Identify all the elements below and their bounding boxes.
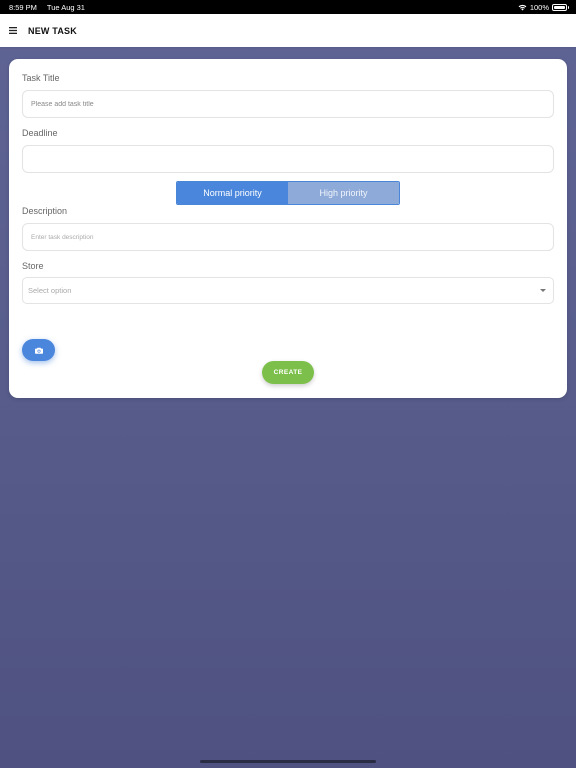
status-left: 8:59 PM Tue Aug 31 [9, 3, 93, 12]
high-priority-button[interactable]: High priority [288, 182, 399, 204]
camera-icon [34, 347, 43, 354]
status-time: 8:59 PM [9, 2, 37, 12]
store-select[interactable]: Select option [22, 277, 554, 304]
description-input[interactable] [22, 223, 554, 251]
deadline-field[interactable] [22, 145, 554, 173]
task-title-label: Task Title [22, 73, 60, 83]
status-bar: 8:59 PM Tue Aug 31 100% [0, 0, 576, 14]
camera-button[interactable] [22, 339, 55, 361]
store-label: Store [22, 261, 44, 271]
page-title: NEW TASK [28, 25, 77, 36]
battery-icon [552, 3, 569, 11]
store-select-placeholder: Select option [28, 286, 72, 295]
status-right: 100% [518, 2, 569, 12]
task-title-input[interactable] [22, 90, 554, 118]
create-button[interactable]: CREATE [262, 361, 314, 384]
battery-percent: 100% [529, 2, 549, 12]
wifi-icon [518, 4, 527, 10]
app-bar: NEW TASK [0, 14, 576, 47]
hamburger-menu-icon[interactable] [9, 25, 21, 37]
home-indicator[interactable] [200, 760, 376, 763]
priority-toggle: Normal priority High priority [176, 181, 400, 205]
battery-level [554, 5, 565, 9]
chevron-down-icon [540, 289, 546, 292]
new-task-form-card: Task Title Deadline Normal priority High… [9, 59, 567, 398]
deadline-label: Deadline [22, 128, 58, 138]
status-date: Tue Aug 31 [46, 2, 85, 12]
normal-priority-button[interactable]: Normal priority [177, 182, 288, 204]
description-label: Description [22, 206, 68, 216]
